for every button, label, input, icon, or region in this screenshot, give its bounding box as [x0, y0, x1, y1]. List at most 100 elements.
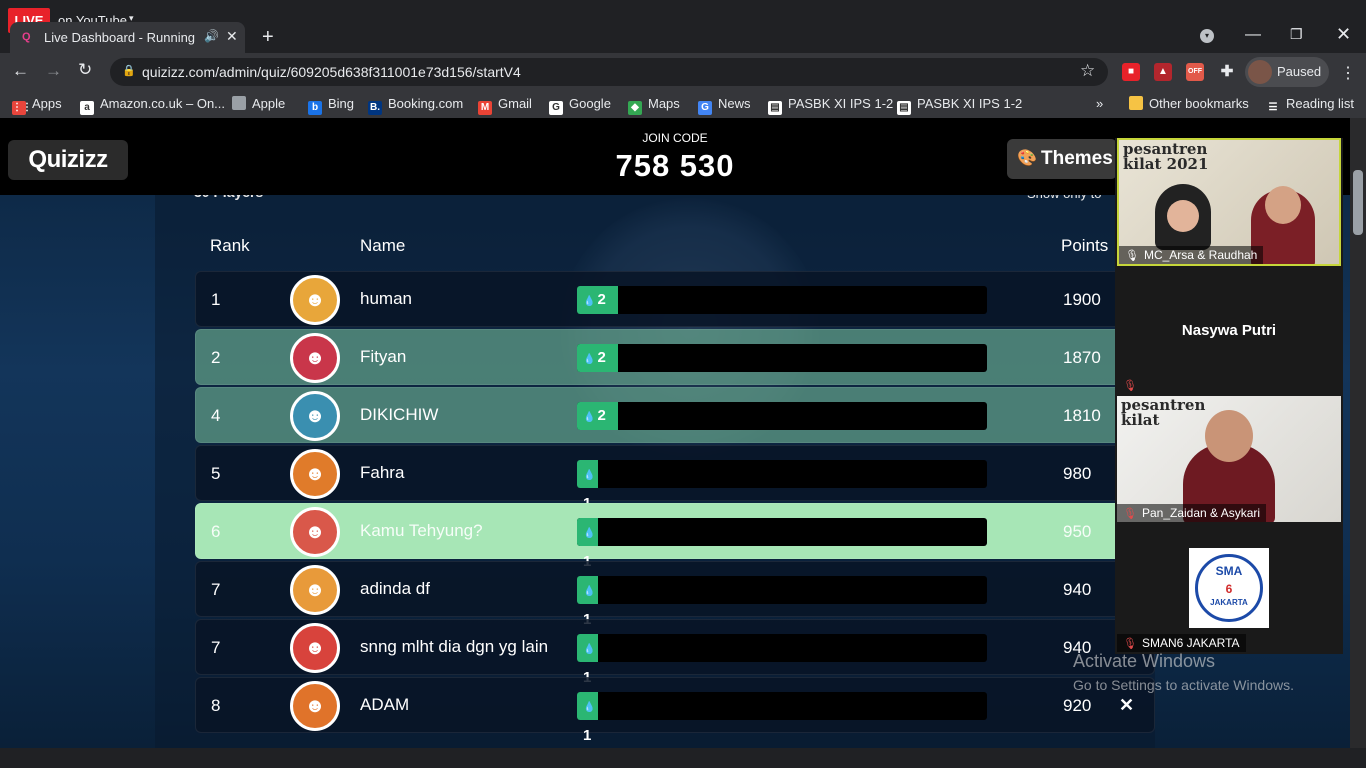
leaderboard-row[interactable]: 4 ☻ DIKICHIW 💧 2 1810 [195, 387, 1155, 443]
participant-name: Nasywa Putri [1181, 322, 1277, 339]
leaderboard-row[interactable]: 2 ☻ Fityan 💧 2 1870 [195, 329, 1155, 385]
browser-toolbar: ← → ↻ 🔒 quizizz.com/admin/quiz/609205d63… [0, 53, 1366, 91]
bookmark-more[interactable]: » [1096, 96, 1103, 111]
progress-bar [577, 344, 987, 372]
player-avatar-icon: ☻ [290, 275, 340, 325]
streak-badge: 💧1 [577, 692, 598, 744]
quizizz-logo[interactable]: Quizizz [8, 140, 128, 180]
player-name: Kamu Tehyung? [360, 521, 483, 540]
muted-microphone-icon: 🎙 [1123, 380, 1137, 392]
player-points: 950 [1063, 522, 1092, 541]
rank-column-header: Rank [210, 236, 250, 255]
bookmark-booking[interactable]: B. Booking.com [368, 96, 463, 115]
player-rank: 4 [211, 406, 221, 425]
streak-icon: 💧 [583, 470, 596, 481]
lock-icon[interactable]: 🔒 [122, 64, 136, 77]
player-rank: 7 [211, 638, 221, 657]
bookmark-label: Apps [32, 96, 62, 111]
bookmark-star-icon[interactable]: ☆ [1080, 61, 1095, 81]
player-avatar-icon: ☻ [290, 681, 340, 731]
bookmark-bing[interactable]: b Bing [308, 96, 354, 115]
streak-icon: 💧 [583, 412, 596, 423]
puzzle-icon[interactable]: ✚ [1218, 63, 1236, 81]
news-icon: G [698, 101, 712, 115]
leaderboard-row[interactable]: 8 ☻ ADAM 💧1 920 ✕ [195, 677, 1155, 744]
booking-icon: B. [368, 101, 382, 115]
player-points: 940 [1063, 580, 1092, 599]
bookmark-maps[interactable]: ◆ Maps [628, 96, 680, 115]
streak-count: 1 [583, 727, 592, 744]
bookmark-amazon[interactable]: a Amazon.co.uk – On... [80, 96, 225, 115]
bookmark-folder[interactable]: Other bookmarks [1129, 96, 1249, 111]
progress-bar [577, 286, 987, 314]
pasbk-icon: ▤ [768, 101, 782, 115]
themes-button[interactable]: 🎨 Themes [1007, 139, 1117, 179]
new-tab-button[interactable]: + [262, 26, 274, 49]
bookmark-news[interactable]: G News [698, 96, 751, 115]
extension-off-icon[interactable]: OFF [1186, 63, 1204, 81]
profile-button[interactable]: Paused [1245, 57, 1329, 87]
speaker-icon[interactable]: 🔊 [204, 29, 219, 43]
window-close-button[interactable]: ✕ [1336, 24, 1351, 45]
extension-2-icon[interactable]: ▲ [1154, 63, 1172, 81]
tab-close-icon[interactable]: ✕ [226, 28, 238, 45]
windows-activation-subtitle: Go to Settings to activate Windows. [1073, 677, 1294, 693]
leaderboard-row[interactable]: 7☻snng mlht dia dgn yg lain💧1940 [195, 619, 1155, 686]
player-rank: 1 [211, 290, 221, 309]
leaderboard-row[interactable]: 6 ☻ Kamu Tehyung? 💧1 950 [195, 503, 1155, 570]
bookmark-apps[interactable]: ⋮⋮Apps [12, 96, 62, 115]
active-tab[interactable]: Q Live Dashboard - Running 🔊 ✕ [10, 22, 245, 53]
tab-search-icon[interactable]: ▾ [1200, 29, 1214, 43]
leaderboard-row[interactable]: 1 ☻ human 💧 2 1900 [195, 271, 1155, 327]
menu-icon[interactable]: ⋮ [1340, 63, 1356, 83]
player-name: ADAM [360, 695, 410, 714]
page-scrollbar[interactable] [1350, 118, 1366, 748]
streak-icon: 💧 [583, 354, 596, 365]
bookmark-label: Booking.com [388, 96, 464, 111]
participant-name: Pan_Zaidan & Asykari [1141, 506, 1261, 520]
reload-icon[interactable]: ↻ [78, 60, 92, 80]
leaderboard-row[interactable]: 7 ☻ adinda df 💧1 940 [195, 561, 1155, 628]
remove-player-icon[interactable]: ✕ [1119, 695, 1134, 716]
forward-icon[interactable]: → [45, 61, 62, 81]
bookmark-label: » [1096, 96, 1104, 111]
streak-badge: 💧1 [577, 460, 598, 512]
back-icon[interactable]: ← [12, 61, 29, 81]
logo-number: 6 [1225, 582, 1233, 596]
address-bar[interactable]: 🔒 quizizz.com/admin/quiz/609205d638f3110… [110, 58, 1108, 86]
progress-bar [577, 518, 987, 546]
name-column-header: Name [360, 236, 406, 255]
microphone-icon: 🎙 [1125, 250, 1139, 262]
streak-badge: 💧1 [577, 518, 598, 570]
streak-icon: 💧 [583, 644, 596, 655]
player-points: 1810 [1063, 406, 1101, 425]
player-rank: 8 [211, 696, 221, 715]
extension-1-icon[interactable]: ■ [1122, 63, 1140, 81]
bookmark-label: Apple [252, 96, 286, 111]
bookmark-pasbk[interactable]: ▤ PASBK XI IPS 1-2 [768, 96, 893, 115]
player-name: human [360, 289, 412, 308]
video-tile-mc[interactable]: pesantren kilat 2021 🎙 MC_Arsa & Raudhah [1117, 138, 1341, 266]
bookmark-google[interactable]: G Google [549, 96, 611, 115]
video-tile-pan[interactable]: pesantren kilat 🎙 Pan_Zaidan & Asykari [1117, 396, 1341, 522]
streak-icon: 💧 [583, 586, 596, 597]
minimize-button[interactable]: — [1245, 26, 1261, 44]
video-tile-sman6[interactable]: SMA 6 JAKARTA 🎙 SMAN6 JAKARTA [1117, 524, 1341, 654]
bookmark-label: Other bookmarks [1149, 96, 1249, 111]
leaderboard-row[interactable]: 5 ☻ Fahra 💧1 980 [195, 445, 1155, 512]
player-rank: 7 [211, 580, 221, 599]
gmail-icon: M [478, 101, 492, 115]
video-tile-nasywa[interactable]: Nasywa Putri 🎙 [1117, 268, 1341, 394]
restore-button[interactable]: ❐ [1290, 26, 1303, 43]
bookmark-label: Google [569, 96, 611, 111]
bookmark-reading-list[interactable]: ☰ Reading list [1266, 96, 1354, 115]
url-text[interactable]: quizizz.com/admin/quiz/609205d638f311001… [142, 64, 521, 80]
bookmark-gmail[interactable]: M Gmail [478, 96, 532, 115]
tile-headline: pesantren kilat 2021 [1123, 140, 1209, 173]
bookmark-apple[interactable]: Apple [232, 96, 285, 111]
scrollbar-thumb[interactable] [1353, 170, 1363, 235]
logo-text-bottom: JAKARTA [1210, 598, 1248, 607]
player-name: adinda df [360, 579, 430, 598]
player-name: snng mlht dia dgn yg lain [360, 637, 549, 656]
bookmark-pasbk[interactable]: ▤ PASBK XI IPS 1-2 [897, 96, 1022, 115]
